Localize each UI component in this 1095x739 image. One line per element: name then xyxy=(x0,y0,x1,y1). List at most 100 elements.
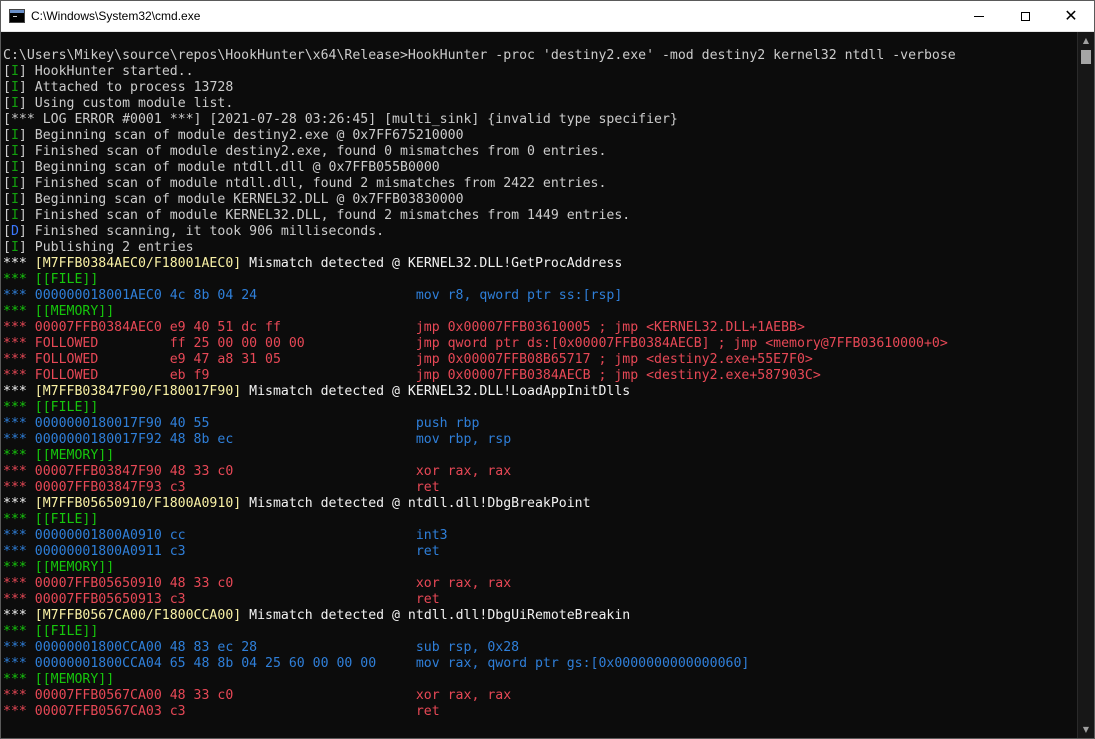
console-line: *** 00000001800CCA04 65 48 8b 04 25 60 0… xyxy=(3,656,1078,672)
scroll-down-button[interactable]: ▼ xyxy=(1078,721,1094,738)
console-text-segment: *** xyxy=(3,416,35,431)
console-line: *** [[FILE]] xyxy=(3,512,1078,528)
console-line: [I] Beginning scan of module ntdll.dll @… xyxy=(3,160,1078,176)
console-text-segment: *** xyxy=(3,480,35,495)
console-text-segment: [ xyxy=(3,96,11,111)
console-line: *** 000000018001AEC0 4c 8b 04 24 mov r8,… xyxy=(3,288,1078,304)
close-icon: ✕ xyxy=(1064,6,1078,25)
console-text-segment: I xyxy=(10,208,19,223)
console-text-segment: *** xyxy=(3,544,35,559)
console-text-segment: *** xyxy=(3,688,35,703)
console-line: *** 00007FFB03847F93 c3 ret xyxy=(3,480,1078,496)
console-text-segment: [[FILE]] xyxy=(34,272,99,287)
console-line: *** 00007FFB05650913 c3 ret xyxy=(3,592,1078,608)
console-text-segment: Mismatch detected @ ntdll.dll!DbgUiRemot… xyxy=(241,608,631,623)
maximize-icon xyxy=(1020,11,1030,21)
console-text-segment: I xyxy=(10,64,19,79)
console-text-segment: ] Publishing 2 entries xyxy=(18,240,194,255)
console-text-segment: [ xyxy=(3,144,11,159)
console-text-segment: *** xyxy=(3,288,35,303)
console-text-segment: ] Finished scan of module KERNEL32.DLL, … xyxy=(18,208,631,223)
console-line: [*** LOG ERROR #0001 ***] [2021-07-28 03… xyxy=(3,112,1078,128)
console-text-segment: I xyxy=(10,128,19,143)
console-text-segment: *** xyxy=(3,320,35,335)
console-text-segment: [ xyxy=(3,192,11,207)
scroll-up-button[interactable]: ▲ xyxy=(1078,32,1094,49)
scroll-down-icon: ▼ xyxy=(1082,725,1090,734)
console-text-segment: I xyxy=(10,80,19,95)
console-text-segment: *** xyxy=(3,400,35,415)
window-title: C:\Windows\System32\cmd.exe xyxy=(31,9,201,23)
console-text-segment: I xyxy=(10,192,19,207)
console-line: [I] Finished scan of module destiny2.exe… xyxy=(3,144,1078,160)
console-line: [I] HookHunter started.. xyxy=(3,64,1078,80)
console-text-segment: *** xyxy=(3,496,35,511)
console-text-segment: [ xyxy=(3,176,11,191)
console-text-segment: [M7FFB0384AEC0/F18001AEC0] xyxy=(34,256,242,271)
console-text-segment: I xyxy=(10,176,19,191)
console-text-segment: *** xyxy=(3,256,35,271)
console-text-segment: [[MEMORY]] xyxy=(34,672,115,687)
console-text-segment: 00007FFB03847F90 48 33 c0 xor rax, rax xyxy=(34,464,512,479)
console-text-segment: *** xyxy=(3,512,35,527)
console-text-segment: 00000001800A0910 cc int3 xyxy=(34,528,448,543)
console-text-segment: ] Using custom module list. xyxy=(18,96,234,111)
console-text-segment: [ xyxy=(3,240,11,255)
console-text-segment: *** xyxy=(3,384,35,399)
console-text-segment: ] Beginning scan of module ntdll.dll @ 0… xyxy=(18,160,440,175)
console-line: *** [[MEMORY]] xyxy=(3,448,1078,464)
console-line: *** 00000001800CCA00 48 83 ec 28 sub rsp… xyxy=(3,640,1078,656)
console-line: *** 00007FFB0384AEC0 e9 40 51 dc ff jmp … xyxy=(3,320,1078,336)
console-line: *** [[MEMORY]] xyxy=(3,560,1078,576)
vertical-scrollbar[interactable]: ▲ ▼ xyxy=(1077,32,1094,738)
console-text-segment: Mismatch detected @ KERNEL32.DLL!LoadApp… xyxy=(241,384,631,399)
console-text-segment: [ xyxy=(3,160,11,175)
console-line: [I] Publishing 2 entries xyxy=(3,240,1078,256)
console-line: [I] Finished scan of module KERNEL32.DLL… xyxy=(3,208,1078,224)
console-text-segment: Mismatch detected @ ntdll.dll!DbgBreakPo… xyxy=(241,496,591,511)
console-text-segment: [[MEMORY]] xyxy=(34,560,115,575)
close-button[interactable]: ✕ xyxy=(1048,1,1094,31)
console-line: *** [M7FFB03847F90/F180017F90] Mismatch … xyxy=(3,384,1078,400)
console-output[interactable]: C:\Users\Mikey\source\repos\HookHunter\x… xyxy=(1,32,1078,738)
console-text-segment: *** xyxy=(3,448,35,463)
console-line: *** 00007FFB0567CA00 48 33 c0 xor rax, r… xyxy=(3,688,1078,704)
console-line: [I] Beginning scan of module destiny2.ex… xyxy=(3,128,1078,144)
console-text-segment: [*** LOG ERROR #0001 ***] [2021-07-28 03… xyxy=(3,112,678,127)
console-text-segment: [[FILE]] xyxy=(34,512,99,527)
console-text-segment: [[FILE]] xyxy=(34,400,99,415)
console-text-segment: [M7FFB05650910/F1800A0910] xyxy=(34,496,242,511)
console-text-segment: D xyxy=(10,224,19,239)
maximize-button[interactable] xyxy=(1002,1,1048,31)
minimize-button[interactable] xyxy=(956,1,1002,31)
console-line: [I] Beginning scan of module KERNEL32.DL… xyxy=(3,192,1078,208)
console-text-segment: *** xyxy=(3,352,35,367)
console-line: *** [M7FFB05650910/F1800A0910] Mismatch … xyxy=(3,496,1078,512)
console-text-segment: FOLLOWED e9 47 a8 31 05 jmp 0x00007FFB08… xyxy=(34,352,813,367)
console-text-segment: 0000000180017F92 48 8b ec mov rbp, rsp xyxy=(34,432,512,447)
console-text-segment: *** xyxy=(3,560,35,575)
console-text-segment: *** xyxy=(3,368,35,383)
title-bar[interactable]: C:\Windows\System32\cmd.exe ✕ xyxy=(1,1,1094,32)
console-text-segment: *** xyxy=(3,528,35,543)
console-app-icon[interactable] xyxy=(9,9,25,23)
console-text-segment: *** xyxy=(3,672,35,687)
console-text-segment: 000000018001AEC0 4c 8b 04 24 mov r8, qwo… xyxy=(34,288,623,303)
console-line: [I] Finished scan of module ntdll.dll, f… xyxy=(3,176,1078,192)
console-text-segment: FOLLOWED ff 25 00 00 00 00 jmp qword ptr… xyxy=(34,336,948,351)
console-text-segment: *** xyxy=(3,304,35,319)
console-line: *** FOLLOWED eb f9 jmp 0x00007FFB0384AEC… xyxy=(3,368,1078,384)
console-text-segment: [[FILE]] xyxy=(34,624,99,639)
console-text-segment: *** xyxy=(3,656,35,671)
console-text-segment: *** xyxy=(3,704,35,719)
console-text-segment: *** xyxy=(3,592,35,607)
console-text-segment: 00000001800CCA00 48 83 ec 28 sub rsp, 0x… xyxy=(34,640,520,655)
console-text-segment: 0000000180017F90 40 55 push rbp xyxy=(34,416,480,431)
console-line: *** 00007FFB05650910 48 33 c0 xor rax, r… xyxy=(3,576,1078,592)
console-line: [D] Finished scanning, it took 906 milli… xyxy=(3,224,1078,240)
console-line: *** [M7FFB0567CA00/F1800CCA00] Mismatch … xyxy=(3,608,1078,624)
console-line: *** 0000000180017F92 48 8b ec mov rbp, r… xyxy=(3,432,1078,448)
scroll-thumb[interactable] xyxy=(1081,50,1091,64)
console-text-segment: [[MEMORY]] xyxy=(34,448,115,463)
console-text-segment: I xyxy=(10,160,19,175)
